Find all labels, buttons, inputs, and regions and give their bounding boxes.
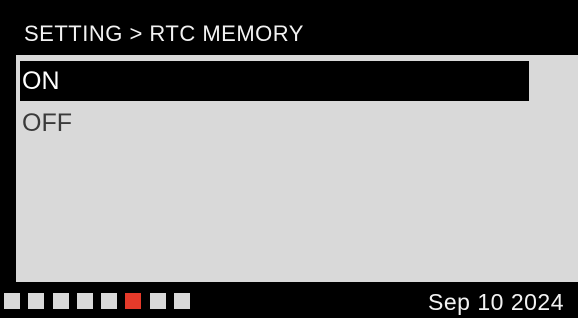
menu-panel: ON OFF [16, 55, 578, 282]
page-indicator-square [77, 293, 93, 309]
status-bar: Sep 10 2024 [0, 282, 578, 315]
breadcrumb: SETTING > RTC MEMORY [8, 14, 568, 54]
page-indicator-square [101, 293, 117, 309]
page-indicator-square [174, 293, 190, 309]
menu-item-on[interactable]: ON [20, 61, 529, 101]
menu-item-label: OFF [22, 109, 72, 137]
menu-item-label: ON [22, 67, 60, 95]
page-indicator-square [28, 293, 44, 309]
date-display: Sep 10 2024 [428, 289, 564, 315]
breadcrumb-text: SETTING > RTC MEMORY [24, 21, 304, 46]
page-indicator-square [150, 293, 166, 309]
page-indicator-square [4, 293, 20, 309]
menu-item-off[interactable]: OFF [20, 103, 320, 143]
page-indicator-square [53, 293, 69, 309]
page-indicator-square [125, 293, 141, 309]
